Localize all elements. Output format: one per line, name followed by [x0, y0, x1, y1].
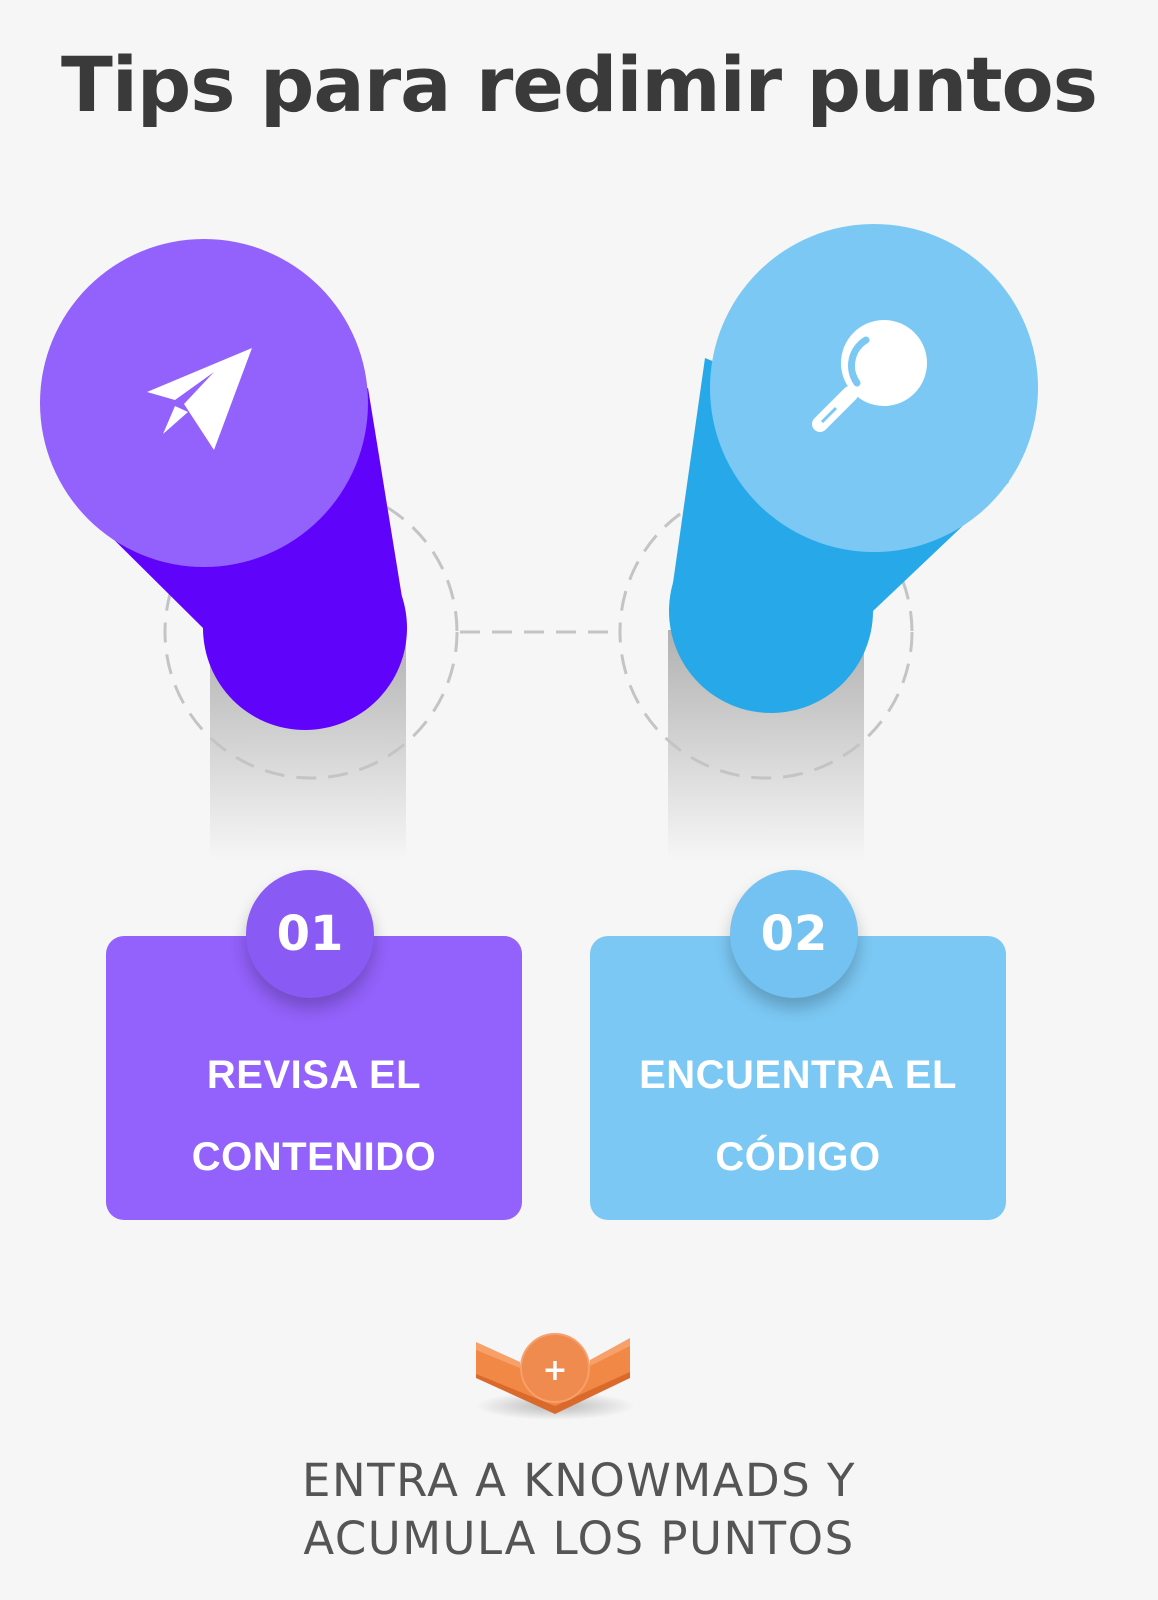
footer-line-2: ACUMULA LOS PUNTOS	[303, 1512, 855, 1565]
plus-symbol: +	[542, 1353, 567, 1388]
step-2-line-1: ENCUENTRA EL	[639, 1053, 957, 1097]
cylinder-1	[40, 239, 407, 730]
footer-callout: ENTRA A KNOWMADS Y ACUMULA LOS PUNTOS	[0, 1452, 1158, 1568]
step-number-badge-2: 02	[730, 870, 858, 998]
page-title: Tips para redimir puntos	[61, 40, 1098, 129]
cylinder-2	[669, 224, 1038, 713]
infographic-art: +	[40, 224, 1038, 1420]
step-2-line-2: CÓDIGO	[715, 1135, 881, 1179]
step-1-line-1: REVISA EL	[206, 1053, 422, 1097]
footer-line-1: ENTRA A KNOWMADS Y	[302, 1454, 856, 1507]
step-1-line-2: CONTENIDO	[191, 1135, 437, 1179]
step-number-badge-1: 01	[246, 870, 374, 998]
